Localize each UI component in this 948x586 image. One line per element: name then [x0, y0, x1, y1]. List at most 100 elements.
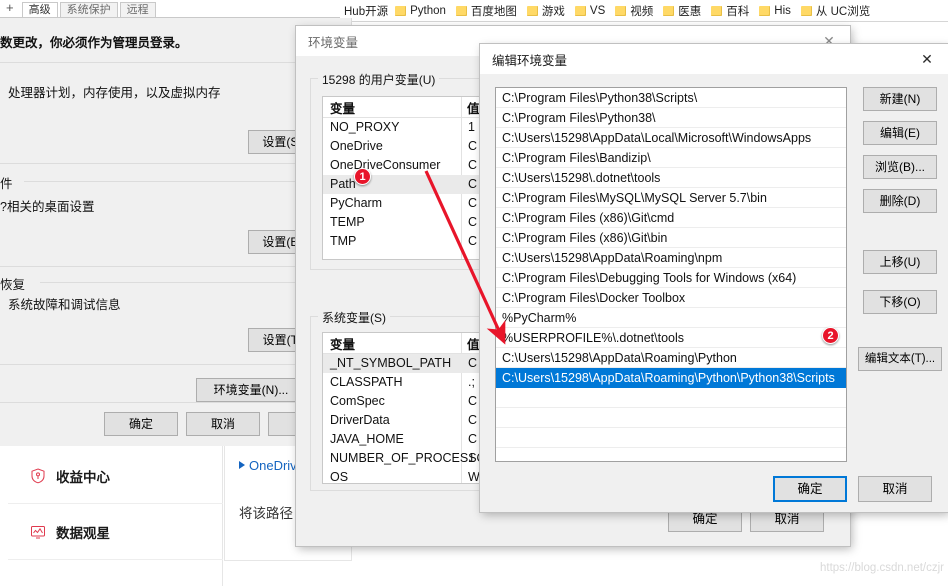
bookmark-bar: Hub开源 Python 百度地图 游戏 VS 视频 医惠 百科 His 从 U… [340, 0, 948, 22]
variable-value: C [468, 215, 478, 229]
variable-value: C [468, 394, 478, 408]
bookmark-item-vs[interactable]: VS [572, 4, 608, 18]
move-down-button[interactable]: 下移(O) [863, 290, 937, 314]
list-item[interactable]: C:\Program Files\MySQL\MySQL Server 5.7\… [496, 188, 846, 208]
sidebar-item-data-observatory[interactable]: 数据观星 [8, 504, 223, 560]
variable-value: C [468, 432, 478, 446]
variable-name: NO_PROXY [330, 120, 400, 134]
list-item[interactable]: C:\Users\15298\AppData\Roaming\npm [496, 248, 846, 268]
move-up-button[interactable]: 上移(U) [863, 250, 937, 274]
bookmark-label: 百科 [726, 5, 750, 18]
recovery-section-label: 恢复 [0, 278, 26, 292]
bookmark-item-his[interactable]: His [756, 4, 794, 18]
folder-icon [455, 5, 467, 16]
shield-warning-icon [31, 467, 45, 483]
recovery-description: 系统故障和调试信息 [8, 298, 121, 312]
list-item[interactable]: C:\Users\15298\.dotnet\tools [496, 168, 846, 188]
variable-value: C [468, 356, 478, 370]
list-item[interactable]: C:\Program Files (x86)\Git\cmd [496, 208, 846, 228]
variable-name: TEMP [330, 215, 365, 229]
bookmark-item-games[interactable]: 游戏 [524, 2, 568, 20]
list-item[interactable]: C:\Users\15298\AppData\Roaming\Python [496, 348, 846, 368]
folder-icon [526, 5, 538, 16]
edit-ok-button[interactable]: 确定 [773, 476, 847, 502]
new-button[interactable]: 新建(N) [863, 87, 937, 111]
bookmark-label: 百度地图 [470, 5, 517, 18]
sysprops-ok-button[interactable]: 确定 [104, 412, 178, 436]
variable-name: OneDrive [330, 139, 383, 153]
bookmark-label: 医惠 [678, 5, 702, 18]
bookmark-item-video[interactable]: 视频 [612, 2, 656, 20]
folder-icon [574, 5, 586, 16]
annotation-badge-2: 2 [822, 327, 839, 344]
variable-value: C [468, 196, 478, 210]
bookmark-item-encyclopedia[interactable]: 百科 [708, 2, 752, 20]
variable-name: NUMBER_OF_PROCESSORS [330, 451, 504, 465]
bookmark-item-python[interactable]: Python [392, 4, 449, 18]
path-entries-list[interactable]: C:\Program Files\Python38\Scripts\ C:\Pr… [495, 87, 847, 462]
column-header-name: 变量 [330, 101, 356, 116]
bookmark-item-hub[interactable]: Hub开源 [342, 3, 388, 19]
variable-value: 1 [468, 120, 475, 134]
list-item[interactable]: C:\Program Files\Python38\Scripts\ [496, 88, 846, 108]
list-item[interactable]: C:\Program Files\Bandizip\ [496, 148, 846, 168]
edit-cancel-button[interactable]: 取消 [858, 476, 932, 502]
edit-button[interactable]: 编辑(E) [863, 121, 937, 145]
variable-name: PyCharm [330, 196, 383, 210]
bookmark-item-baidu-map[interactable]: 百度地图 [453, 2, 520, 20]
variable-name: CLASSPATH [330, 375, 403, 389]
list-item[interactable]: C:\Program Files\Debugging Tools for Win… [496, 268, 846, 288]
new-tab-button[interactable]: + [6, 0, 14, 15]
tab-advanced[interactable]: 高级 [21, 2, 58, 17]
tab-remote[interactable]: 远程 [119, 2, 156, 17]
variable-name: TMP [330, 234, 357, 248]
list-item-empty[interactable] [496, 408, 846, 428]
close-icon[interactable]: ✕ [906, 44, 948, 74]
folder-icon [759, 5, 771, 16]
sysprops-cancel-button[interactable]: 取消 [186, 412, 260, 436]
user-profile-description: ?相关的桌面设置 [0, 200, 95, 214]
variable-name: JAVA_HOME [330, 432, 404, 446]
folder-icon [395, 5, 407, 16]
list-item[interactable]: C:\Program Files\Docker Toolbox [496, 288, 846, 308]
screen: + 高级 系统保护 远程 Hub开源 Python 百度地图 游戏 VS 视频 … [0, 0, 948, 586]
variable-name: OneDriveConsumer [330, 158, 441, 172]
sidebar-item-revenue-center[interactable]: 收益中心 [8, 448, 223, 504]
list-item-empty[interactable] [496, 388, 846, 408]
edit-dialog-title: 编辑环境变量 [492, 53, 568, 68]
variable-value: W [468, 470, 480, 484]
bookmark-label: 游戏 [541, 5, 565, 18]
list-item[interactable]: %USERPROFILE%\.dotnet\tools [496, 328, 846, 348]
bookmark-item-uc[interactable]: 从 UC浏览 [798, 2, 873, 20]
environment-variables-button[interactable]: 环境变量(N)... [196, 378, 306, 402]
column-header-value: 值 [467, 101, 480, 116]
bookmark-label: 视频 [630, 5, 654, 18]
folder-icon [711, 5, 723, 16]
triangle-right-icon [239, 461, 245, 469]
browse-button[interactable]: 浏览(B)... [863, 155, 937, 179]
user-profile-section-label: 件 [0, 177, 13, 191]
tab-system-protection[interactable]: 系统保护 [59, 2, 118, 17]
variable-value: 1 [468, 451, 475, 465]
monitor-chart-icon [31, 525, 45, 538]
env-dialog-title: 环境变量 [308, 35, 359, 50]
list-item-selected[interactable]: C:\Users\15298\AppData\Roaming\Python\Py… [496, 368, 846, 388]
list-item[interactable]: C:\Program Files (x86)\Git\bin [496, 228, 846, 248]
list-item[interactable]: C:\Users\15298\AppData\Local\Microsoft\W… [496, 128, 846, 148]
variable-value: C [468, 177, 478, 191]
bookmark-item-yihui[interactable]: 医惠 [660, 2, 704, 20]
list-item-empty[interactable] [496, 428, 846, 448]
list-item[interactable]: C:\Program Files\Python38\ [496, 108, 846, 128]
list-item[interactable]: %PyCharm% [496, 308, 846, 328]
delete-button[interactable]: 删除(D) [863, 189, 937, 213]
variable-value: .; [468, 375, 475, 389]
edit-text-button[interactable]: 编辑文本(T)... [858, 347, 942, 371]
admin-notice: 数更改，你必须作为管理员登录。 [0, 36, 188, 50]
folder-icon [615, 5, 627, 16]
folder-icon [800, 5, 812, 16]
column-header-name: 变量 [330, 337, 356, 352]
annotation-badge-1: 1 [354, 168, 371, 185]
browser-tab-strip: + 高级 系统保护 远程 [0, 0, 340, 18]
onedrive-link[interactable]: OneDrive [239, 458, 304, 473]
list-item-empty[interactable] [496, 448, 846, 461]
